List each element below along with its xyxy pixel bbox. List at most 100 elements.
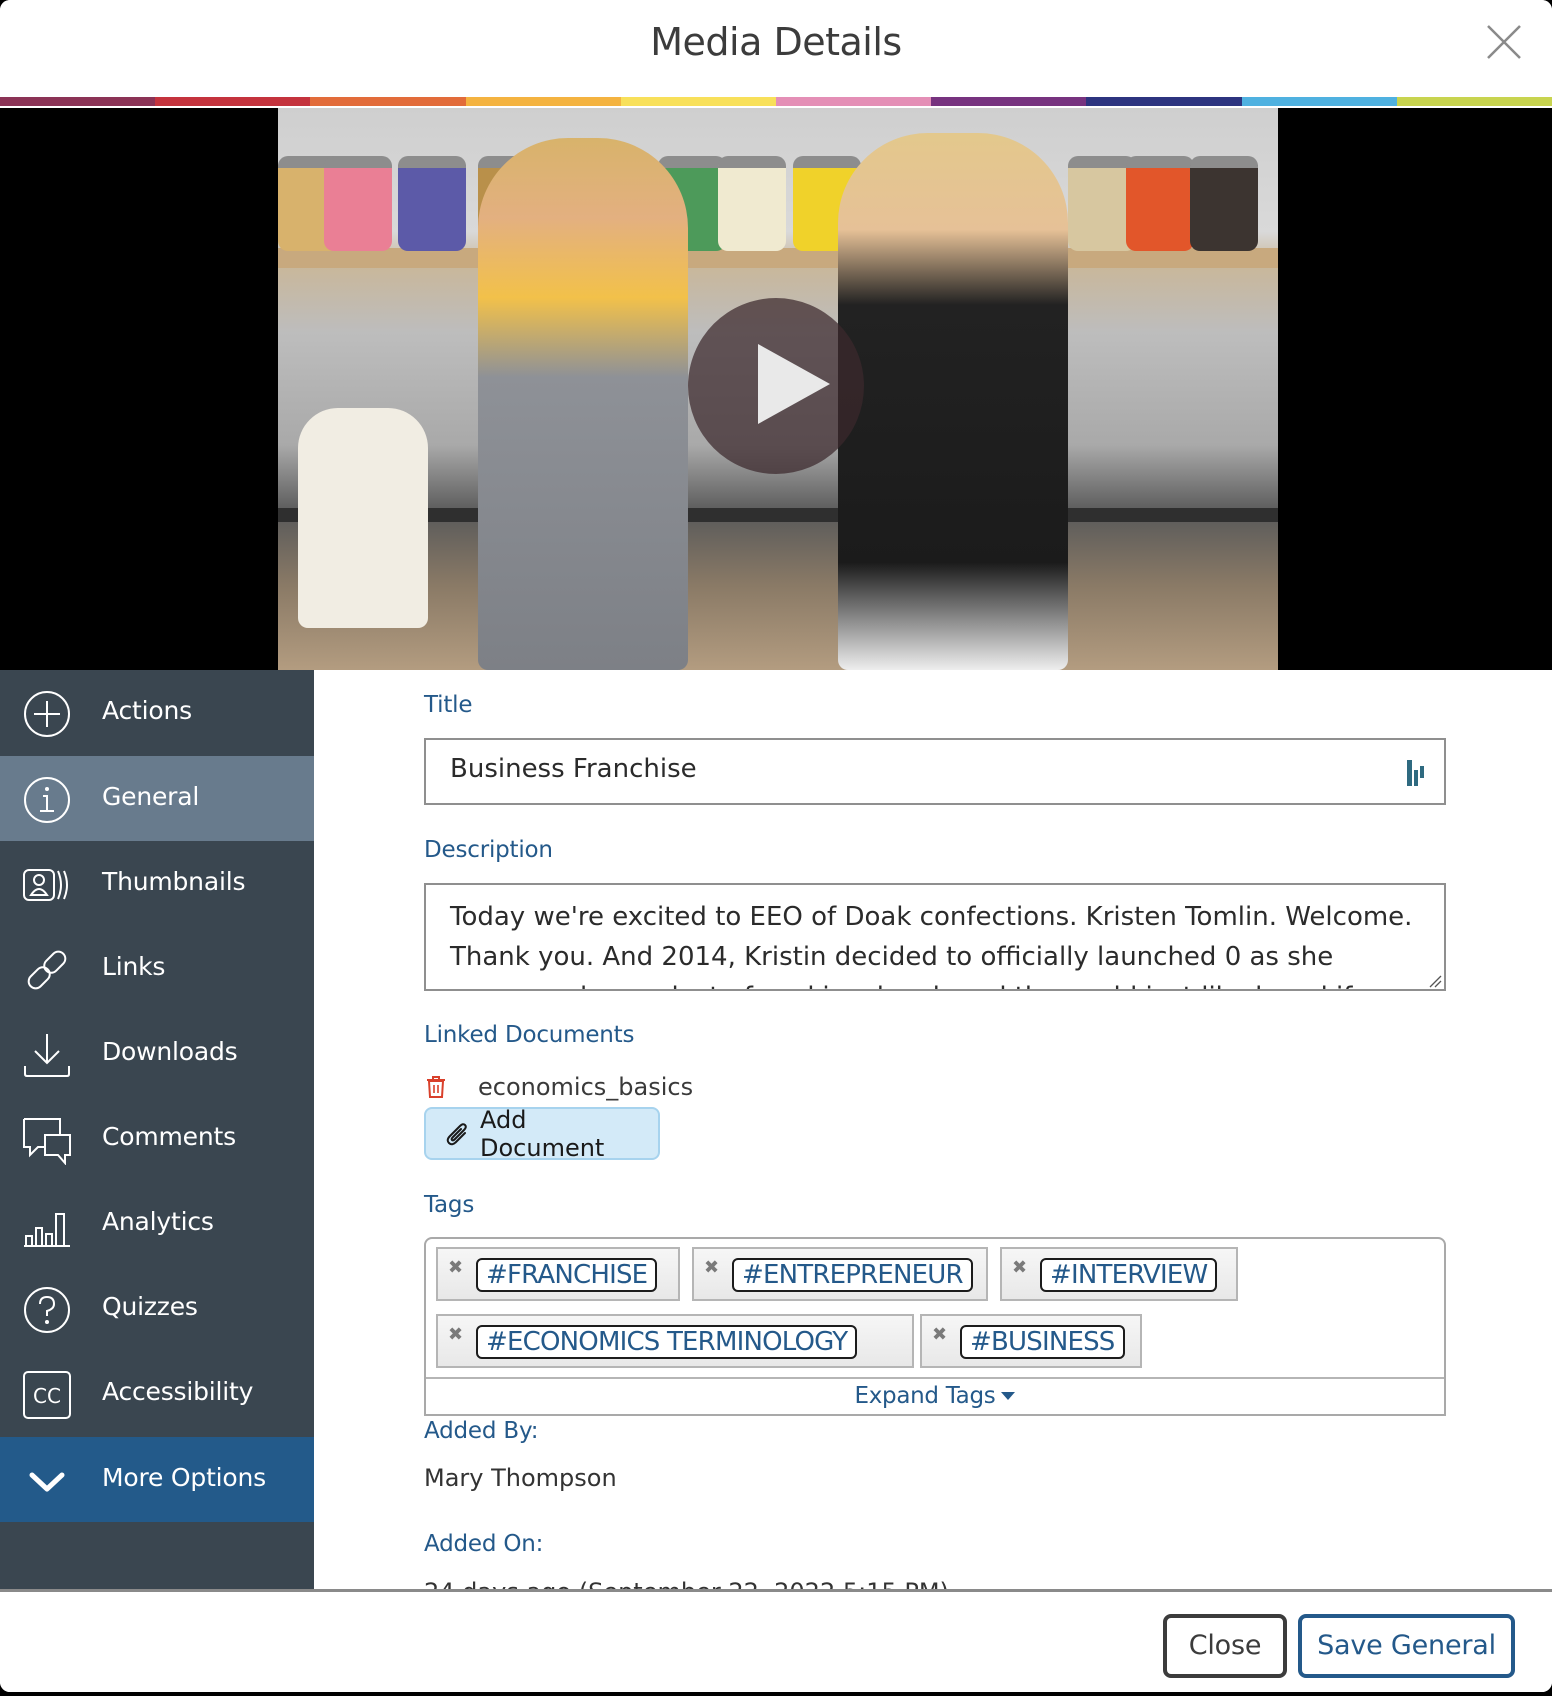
play-button[interactable] (688, 298, 864, 474)
sidebar-item-label: Thumbnails (102, 867, 246, 896)
svg-text:CC: CC (33, 1384, 61, 1408)
brand-strip-segment (620, 97, 777, 106)
resize-handle-icon[interactable] (1428, 973, 1442, 988)
brand-strip-segment (1396, 97, 1552, 106)
play-icon (758, 344, 830, 424)
remove-tag-icon[interactable]: ✖ (932, 1324, 947, 1345)
tag-label: #ECONOMICS TERMINOLOGY (476, 1325, 858, 1359)
modal-footer: Close Save General (0, 1589, 1552, 1692)
video-scene-jar (324, 156, 392, 251)
comments-icon (22, 1115, 72, 1166)
sidebar-item-analytics[interactable]: Analytics (0, 1181, 314, 1266)
sidebar-item-label: Downloads (102, 1037, 238, 1066)
link-icon (22, 945, 72, 995)
expand-tags-label: Expand Tags (854, 1383, 996, 1409)
added-by-label: Added By: (424, 1418, 539, 1444)
brand-strip-segment (776, 97, 932, 106)
brand-strip-segment (0, 97, 156, 106)
tags-input[interactable]: ✖ #FRANCHISE ✖ #ENTREPRENEUR ✖ #INTERVIE… (424, 1237, 1446, 1416)
modal-title: Media Details (650, 20, 902, 64)
added-on-label: Added On: (424, 1531, 544, 1557)
added-by-value: Mary Thompson (424, 1464, 617, 1492)
video-thumbnail (278, 108, 1278, 670)
brand-strip-segment (310, 97, 466, 106)
title-label: Title (424, 692, 473, 718)
close-x-icon[interactable] (1486, 24, 1522, 60)
sidebar-item-thumbnails[interactable]: Thumbnails (0, 841, 314, 926)
add-document-label: Add Document (480, 1105, 605, 1162)
tag-label: #FRANCHISE (476, 1258, 658, 1292)
question-circle-icon (22, 1285, 72, 1335)
sidebar-item-more-options[interactable]: More Options (0, 1437, 314, 1522)
video-scene-person (838, 133, 1068, 670)
expand-tags-button[interactable]: Expand Tags (426, 1377, 1444, 1416)
bar-chart-icon (22, 1200, 72, 1250)
video-player[interactable] (0, 108, 1552, 670)
tag-chip: ✖ #INTERVIEW (1000, 1247, 1238, 1301)
sidebar-item-general[interactable]: General (0, 756, 314, 841)
sidebar-item-label: Comments (102, 1122, 236, 1151)
brand-strip-segment (1241, 97, 1397, 106)
save-general-button[interactable]: Save General (1298, 1614, 1515, 1678)
brand-strip-segment (931, 97, 1087, 106)
add-document-button[interactable]: Add Document (424, 1105, 660, 1162)
description-textarea[interactable]: Today we're excited to EEO of Doak confe… (424, 883, 1446, 991)
video-scene-person (478, 138, 688, 670)
sidebar-item-quizzes[interactable]: Quizzes (0, 1266, 314, 1351)
sidebar-item-label: Analytics (102, 1207, 214, 1236)
linked-documents-label: Linked Documents (424, 1022, 635, 1048)
title-input[interactable]: Business Franchise (424, 738, 1446, 805)
trash-icon[interactable] (426, 1075, 446, 1099)
sidebar-item-label: Links (102, 952, 166, 981)
linked-document-name[interactable]: economics_basics (478, 1073, 693, 1101)
sidebar-item-label: General (102, 782, 200, 811)
tag-chip: ✖ #ENTREPRENEUR (692, 1247, 988, 1301)
tags-label: Tags (424, 1192, 475, 1218)
closed-captions-icon: CC (22, 1370, 72, 1420)
brand-strip-segment (1086, 97, 1242, 106)
video-scene-mixer (298, 408, 428, 628)
general-panel: Title Business Franchise Description Tod… (314, 670, 1552, 1590)
sidebar-item-actions[interactable]: Actions (0, 670, 314, 755)
remove-tag-icon[interactable]: ✖ (704, 1257, 719, 1278)
linked-document-item: economics_basics (424, 1072, 693, 1102)
info-circle-icon (22, 775, 72, 825)
sidebar-item-accessibility[interactable]: CC Accessibility (0, 1351, 314, 1436)
brand-color-strip (0, 97, 1552, 106)
sidebar-item-comments[interactable]: Comments (0, 1096, 314, 1181)
download-icon (22, 1030, 72, 1080)
description-value: Today we're excited to EEO of Doak confe… (450, 902, 1413, 989)
paperclip-icon (446, 1121, 470, 1147)
caret-down-icon (1001, 1392, 1016, 1400)
tag-chip: ✖ #ECONOMICS TERMINOLOGY (436, 1314, 914, 1368)
sidebar-item-downloads[interactable]: Downloads (0, 1011, 314, 1096)
chevron-down-icon (22, 1456, 72, 1506)
brand-strip-segment (465, 97, 621, 106)
description-label: Description (424, 837, 553, 863)
remove-tag-icon[interactable]: ✖ (448, 1324, 463, 1345)
tag-chip: ✖ #BUSINESS (920, 1314, 1142, 1368)
remove-tag-icon[interactable]: ✖ (448, 1257, 463, 1278)
title-input-value: Business Franchise (450, 754, 697, 784)
video-scene-jar (718, 156, 786, 251)
tag-label: #BUSINESS (960, 1325, 1125, 1359)
sidebar-item-label: Accessibility (102, 1377, 254, 1406)
video-scene-jar (1190, 156, 1258, 251)
sidebar-item-label: Quizzes (102, 1292, 198, 1321)
remove-tag-icon[interactable]: ✖ (1012, 1257, 1027, 1278)
video-scene-jar (398, 156, 466, 251)
plus-circle-icon (22, 689, 72, 739)
sidebar-item-label: Actions (102, 696, 192, 725)
thumbnails-icon (22, 860, 72, 910)
tag-label: #INTERVIEW (1040, 1258, 1218, 1292)
video-scene-jar (1126, 156, 1194, 251)
close-button[interactable]: Close (1163, 1614, 1287, 1678)
tag-chip: ✖ #FRANCHISE (436, 1247, 680, 1301)
sidebar-item-label: More Options (102, 1463, 266, 1492)
tag-label: #ENTREPRENEUR (732, 1258, 973, 1292)
extension-icon[interactable] (1404, 758, 1428, 788)
sidebar-item-links[interactable]: Links (0, 926, 314, 1011)
modal-header: Media Details (0, 0, 1552, 97)
sidebar-nav: Actions General Thumbnails Links Downloa… (0, 670, 314, 1590)
brand-strip-segment (155, 97, 311, 106)
